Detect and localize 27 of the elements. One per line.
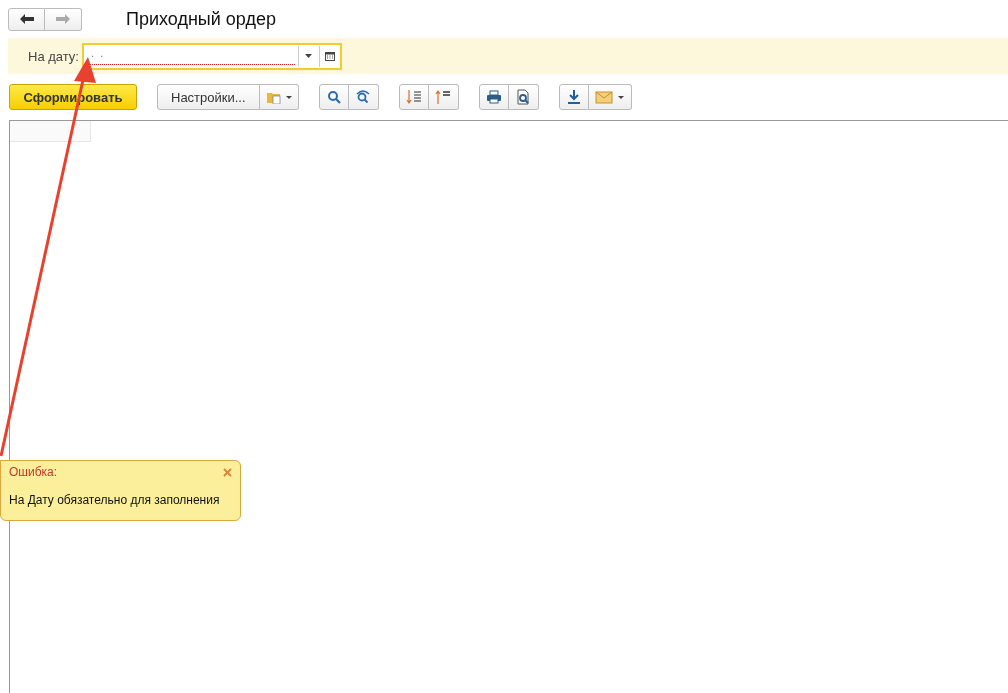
- envelope-icon: [594, 90, 625, 104]
- settings-button[interactable]: Настройки...: [157, 84, 260, 110]
- download-icon: [565, 89, 582, 105]
- printer-icon: [485, 90, 502, 104]
- sort-ascending-button[interactable]: [428, 84, 459, 110]
- date-label: На дату:: [28, 48, 79, 64]
- right-arrow-icon: [55, 13, 71, 25]
- search-next-button[interactable]: [348, 84, 379, 110]
- calendar-icon: [325, 51, 335, 61]
- sort-descending-button[interactable]: [398, 84, 429, 110]
- folder-icon: [265, 90, 292, 104]
- search-icon: [326, 90, 341, 104]
- search-repeat-icon: [355, 89, 372, 105]
- window-title: Приходный ордер: [126, 8, 276, 30]
- error-message: На Дату обязательно для заполнения: [9, 493, 221, 507]
- sort-down-icon: [405, 89, 422, 105]
- download-button[interactable]: [558, 84, 589, 110]
- print-preview-button[interactable]: [508, 84, 539, 110]
- left-arrow-icon: [18, 13, 35, 25]
- preview-icon: [515, 89, 532, 105]
- date-field[interactable]: . .: [82, 42, 342, 70]
- back-button[interactable]: [8, 7, 45, 31]
- error-title: Ошибка:: [9, 465, 58, 479]
- print-button[interactable]: [478, 84, 509, 110]
- caret-icon: [305, 54, 313, 58]
- sort-up-icon: [435, 89, 452, 105]
- search-button[interactable]: [318, 84, 349, 110]
